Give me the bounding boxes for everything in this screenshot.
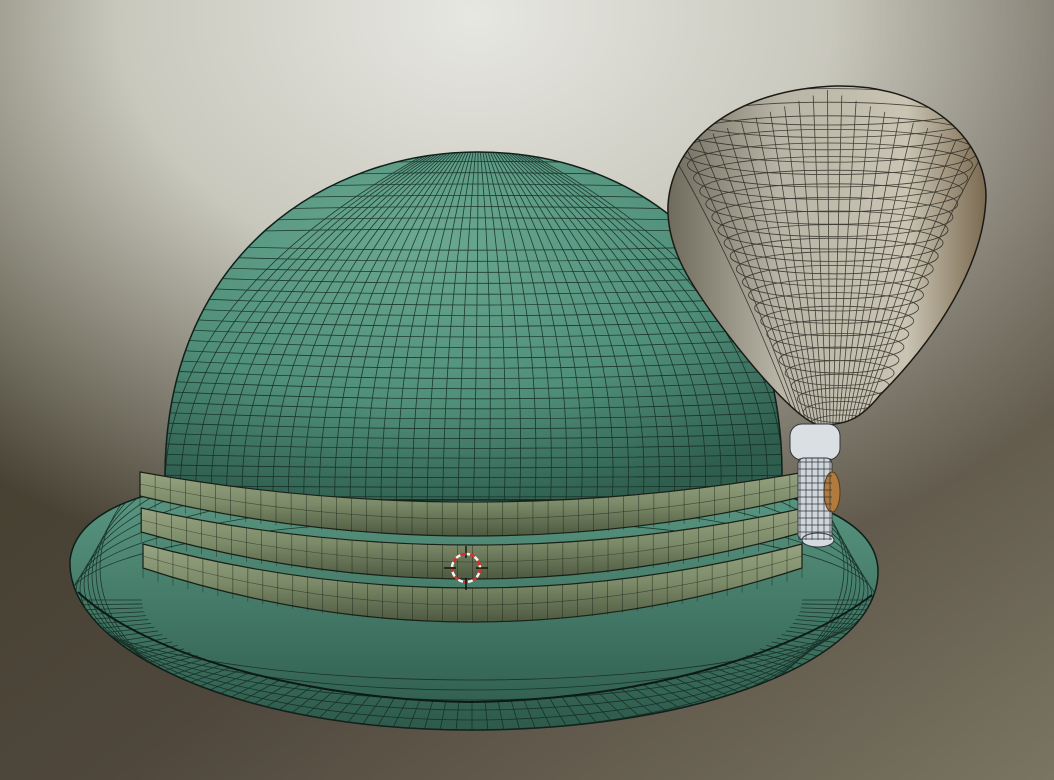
scene-canvas[interactable] <box>0 0 1054 780</box>
3d-viewport[interactable] <box>0 0 1054 780</box>
feather-stem[interactable] <box>789 423 841 548</box>
